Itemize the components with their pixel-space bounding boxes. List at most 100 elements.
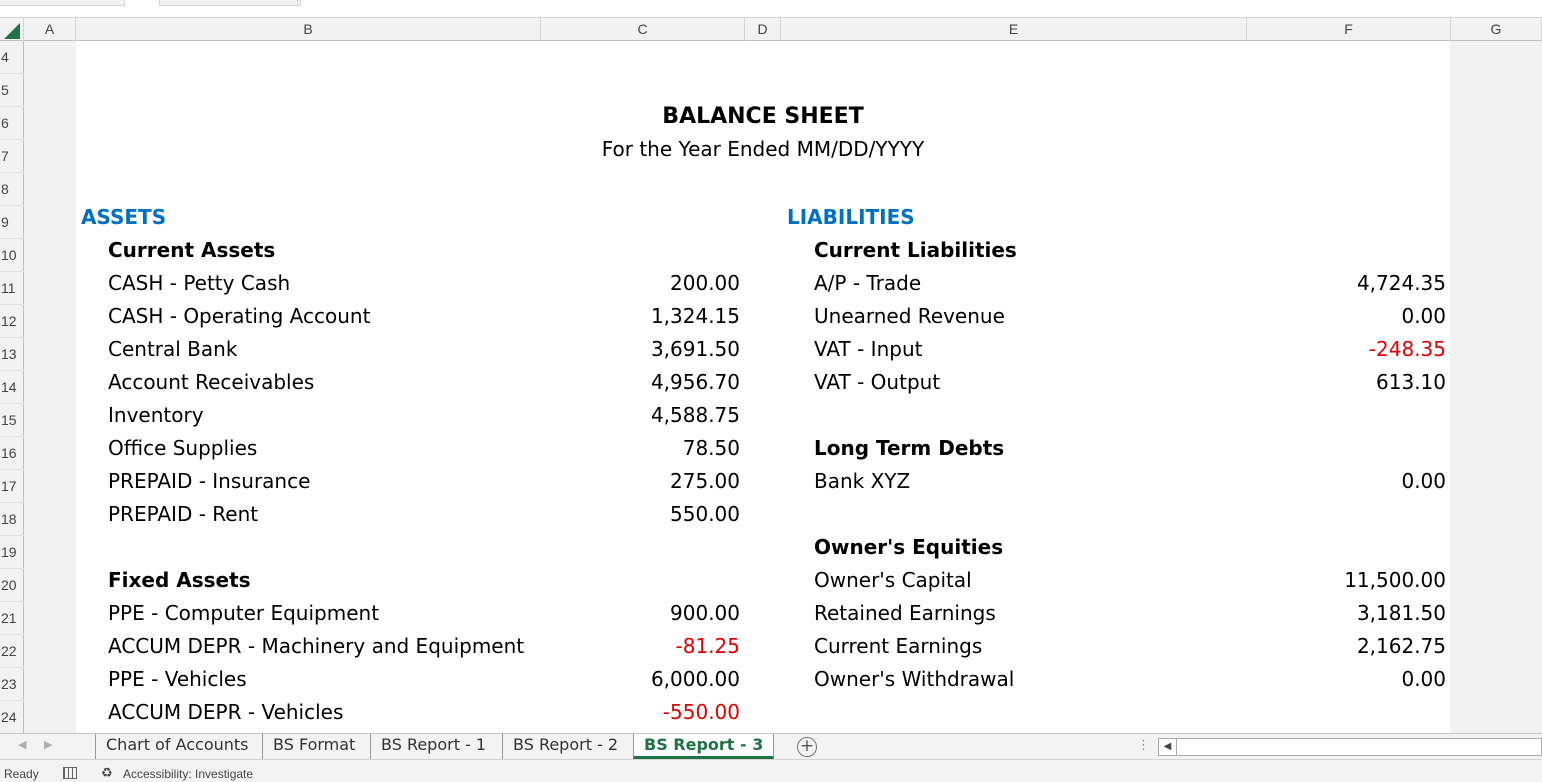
line-item-amount[interactable]: 4,956.70 [540,366,740,399]
line-item-label[interactable]: VAT - Output [814,366,940,399]
row-header[interactable]: 23 [0,668,24,701]
line-item-label[interactable]: Owner's Capital [814,564,972,597]
row-header[interactable]: 20 [0,569,24,602]
accessibility-icon[interactable]: ♻ [101,765,113,781]
row-header[interactable]: 9 [0,206,24,239]
row-header[interactable]: 12 [0,305,24,338]
scroll-tabs-right-icon[interactable]: ▶ [44,738,52,751]
line-item-amount[interactable]: 3,181.50 [1246,597,1446,630]
row-header[interactable]: 11 [0,272,24,305]
row-header[interactable]: 16 [0,437,24,470]
sheet-tab-bs-report-1[interactable]: BS Report - 1 [370,734,496,759]
formula-bar-fragment[interactable] [300,0,1542,6]
line-item-amount[interactable]: 550.00 [540,498,740,531]
add-sheet-plus-icon[interactable]: + [797,737,817,757]
column-header-d[interactable]: D [745,18,781,41]
row-header[interactable]: 13 [0,338,24,371]
row-header[interactable]: 17 [0,470,24,503]
line-item-label[interactable]: Unearned Revenue [814,300,1005,333]
report-subtitle[interactable]: For the Year Ended MM/DD/YYYY [76,133,1450,166]
row-header[interactable]: 5 [0,74,24,107]
row-header[interactable]: 6 [0,107,24,140]
row-header[interactable]: 21 [0,602,24,635]
line-item-amount[interactable]: 275.00 [540,465,740,498]
line-item-label[interactable]: Current Earnings [814,630,982,663]
scroll-tabs-left-icon[interactable]: ◀ [18,738,26,751]
line-item-amount[interactable]: 0.00 [1246,663,1446,696]
column-header-g[interactable]: G [1451,18,1542,41]
sheet-tab-chart-of-accounts[interactable]: Chart of Accounts [95,734,259,759]
macro-recording-icon[interactable] [63,767,77,779]
sheet-tab-bar: ◀ ▶ Chart of Accounts BS Format BS Repor… [0,733,1542,759]
line-item-amount[interactable]: 78.50 [540,432,740,465]
row-header[interactable]: 4 [0,41,24,74]
long-term-debts-heading[interactable]: Long Term Debts [814,432,1004,465]
line-item-amount[interactable]: 4,724.35 [1246,267,1446,300]
line-item-label[interactable]: Owner's Withdrawal [814,663,1014,696]
row-header[interactable]: 18 [0,503,24,536]
line-item-amount[interactable]: 0.00 [1246,465,1446,498]
line-item-label[interactable]: Retained Earnings [814,597,996,630]
owners-equities-heading[interactable]: Owner's Equities [814,531,1003,564]
line-item-label[interactable]: CASH - Operating Account [108,300,370,333]
column-header-f[interactable]: F [1247,18,1451,41]
line-item-amount[interactable]: 6,000.00 [540,663,740,696]
line-item-label[interactable]: Office Supplies [108,432,257,465]
line-item-amount[interactable]: 2,162.75 [1246,630,1446,663]
line-item-label[interactable]: Account Receivables [108,366,314,399]
line-item-label[interactable]: ACCUM DEPR - Machinery and Equipment [108,630,524,663]
column-header-b[interactable]: B [76,18,541,41]
row-header[interactable]: 7 [0,140,24,173]
line-item-label[interactable]: CASH - Petty Cash [108,267,290,300]
line-item-amount[interactable]: 4,588.75 [540,399,740,432]
line-item-amount[interactable]: 613.10 [1246,366,1446,399]
line-item-amount[interactable]: 3,691.50 [540,333,740,366]
line-item-label[interactable]: A/P - Trade [814,267,921,300]
select-all-button[interactable] [0,18,24,41]
column-header-e[interactable]: E [781,18,1247,41]
line-item-label[interactable]: PPE - Vehicles [108,663,247,696]
line-item-amount[interactable]: 0.00 [1246,300,1446,333]
line-item-amount[interactable]: 900.00 [540,597,740,630]
current-assets-heading[interactable]: Current Assets [108,234,275,267]
sheet-tab-bs-report-3[interactable]: BS Report - 3 [633,734,775,759]
line-item-amount[interactable]: -550.00 [540,696,740,729]
fixed-assets-heading[interactable]: Fixed Assets [108,564,251,597]
horizontal-scrollbar[interactable]: ◀ [1158,738,1542,756]
column-header-c[interactable]: C [541,18,745,41]
row-header[interactable]: 19 [0,536,24,569]
row-headers: 4 5 6 7 8 9 10 11 12 13 14 15 16 17 18 1… [0,41,24,734]
line-item-amount[interactable]: -248.35 [1246,333,1446,366]
column-header-a[interactable]: A [24,18,76,41]
column-headers: A B C D E F G [0,17,1542,41]
line-item-amount[interactable]: 1,324.15 [540,300,740,333]
row-header[interactable]: 8 [0,173,24,206]
tab-split-handle-icon[interactable]: ⋮ [1137,738,1150,753]
worksheet-grid[interactable]: BALANCE SHEET For the Year Ended MM/DD/Y… [24,41,1542,733]
accessibility-status[interactable]: Accessibility: Investigate [123,767,253,781]
line-item-amount[interactable]: 11,500.00 [1246,564,1446,597]
row-header[interactable]: 15 [0,404,24,437]
assets-heading[interactable]: ASSETS [81,201,166,234]
current-liabilities-heading[interactable]: Current Liabilities [814,234,1017,267]
liabilities-heading[interactable]: LIABILITIES [787,201,915,234]
line-item-label[interactable]: PREPAID - Rent [108,498,258,531]
sheet-tab-bs-format[interactable]: BS Format [262,734,365,759]
report-title[interactable]: BALANCE SHEET [76,100,1450,133]
scroll-left-arrow-icon[interactable]: ◀ [1159,739,1177,755]
line-item-label[interactable]: Inventory [108,399,204,432]
row-header[interactable]: 10 [0,239,24,272]
line-item-label[interactable]: Central Bank [108,333,237,366]
line-item-amount[interactable]: -81.25 [540,630,740,663]
line-item-label[interactable]: VAT - Input [814,333,922,366]
ribbon-tab-fragment [124,0,160,6]
row-header[interactable]: 22 [0,635,24,668]
row-header[interactable]: 24 [0,701,24,734]
line-item-label[interactable]: PPE - Computer Equipment [108,597,379,630]
line-item-label[interactable]: ACCUM DEPR - Vehicles [108,696,343,729]
sheet-tab-bs-report-2[interactable]: BS Report - 2 [502,734,628,759]
line-item-label[interactable]: PREPAID - Insurance [108,465,310,498]
row-header[interactable]: 14 [0,371,24,404]
line-item-amount[interactable]: 200.00 [540,267,740,300]
line-item-label[interactable]: Bank XYZ [814,465,910,498]
